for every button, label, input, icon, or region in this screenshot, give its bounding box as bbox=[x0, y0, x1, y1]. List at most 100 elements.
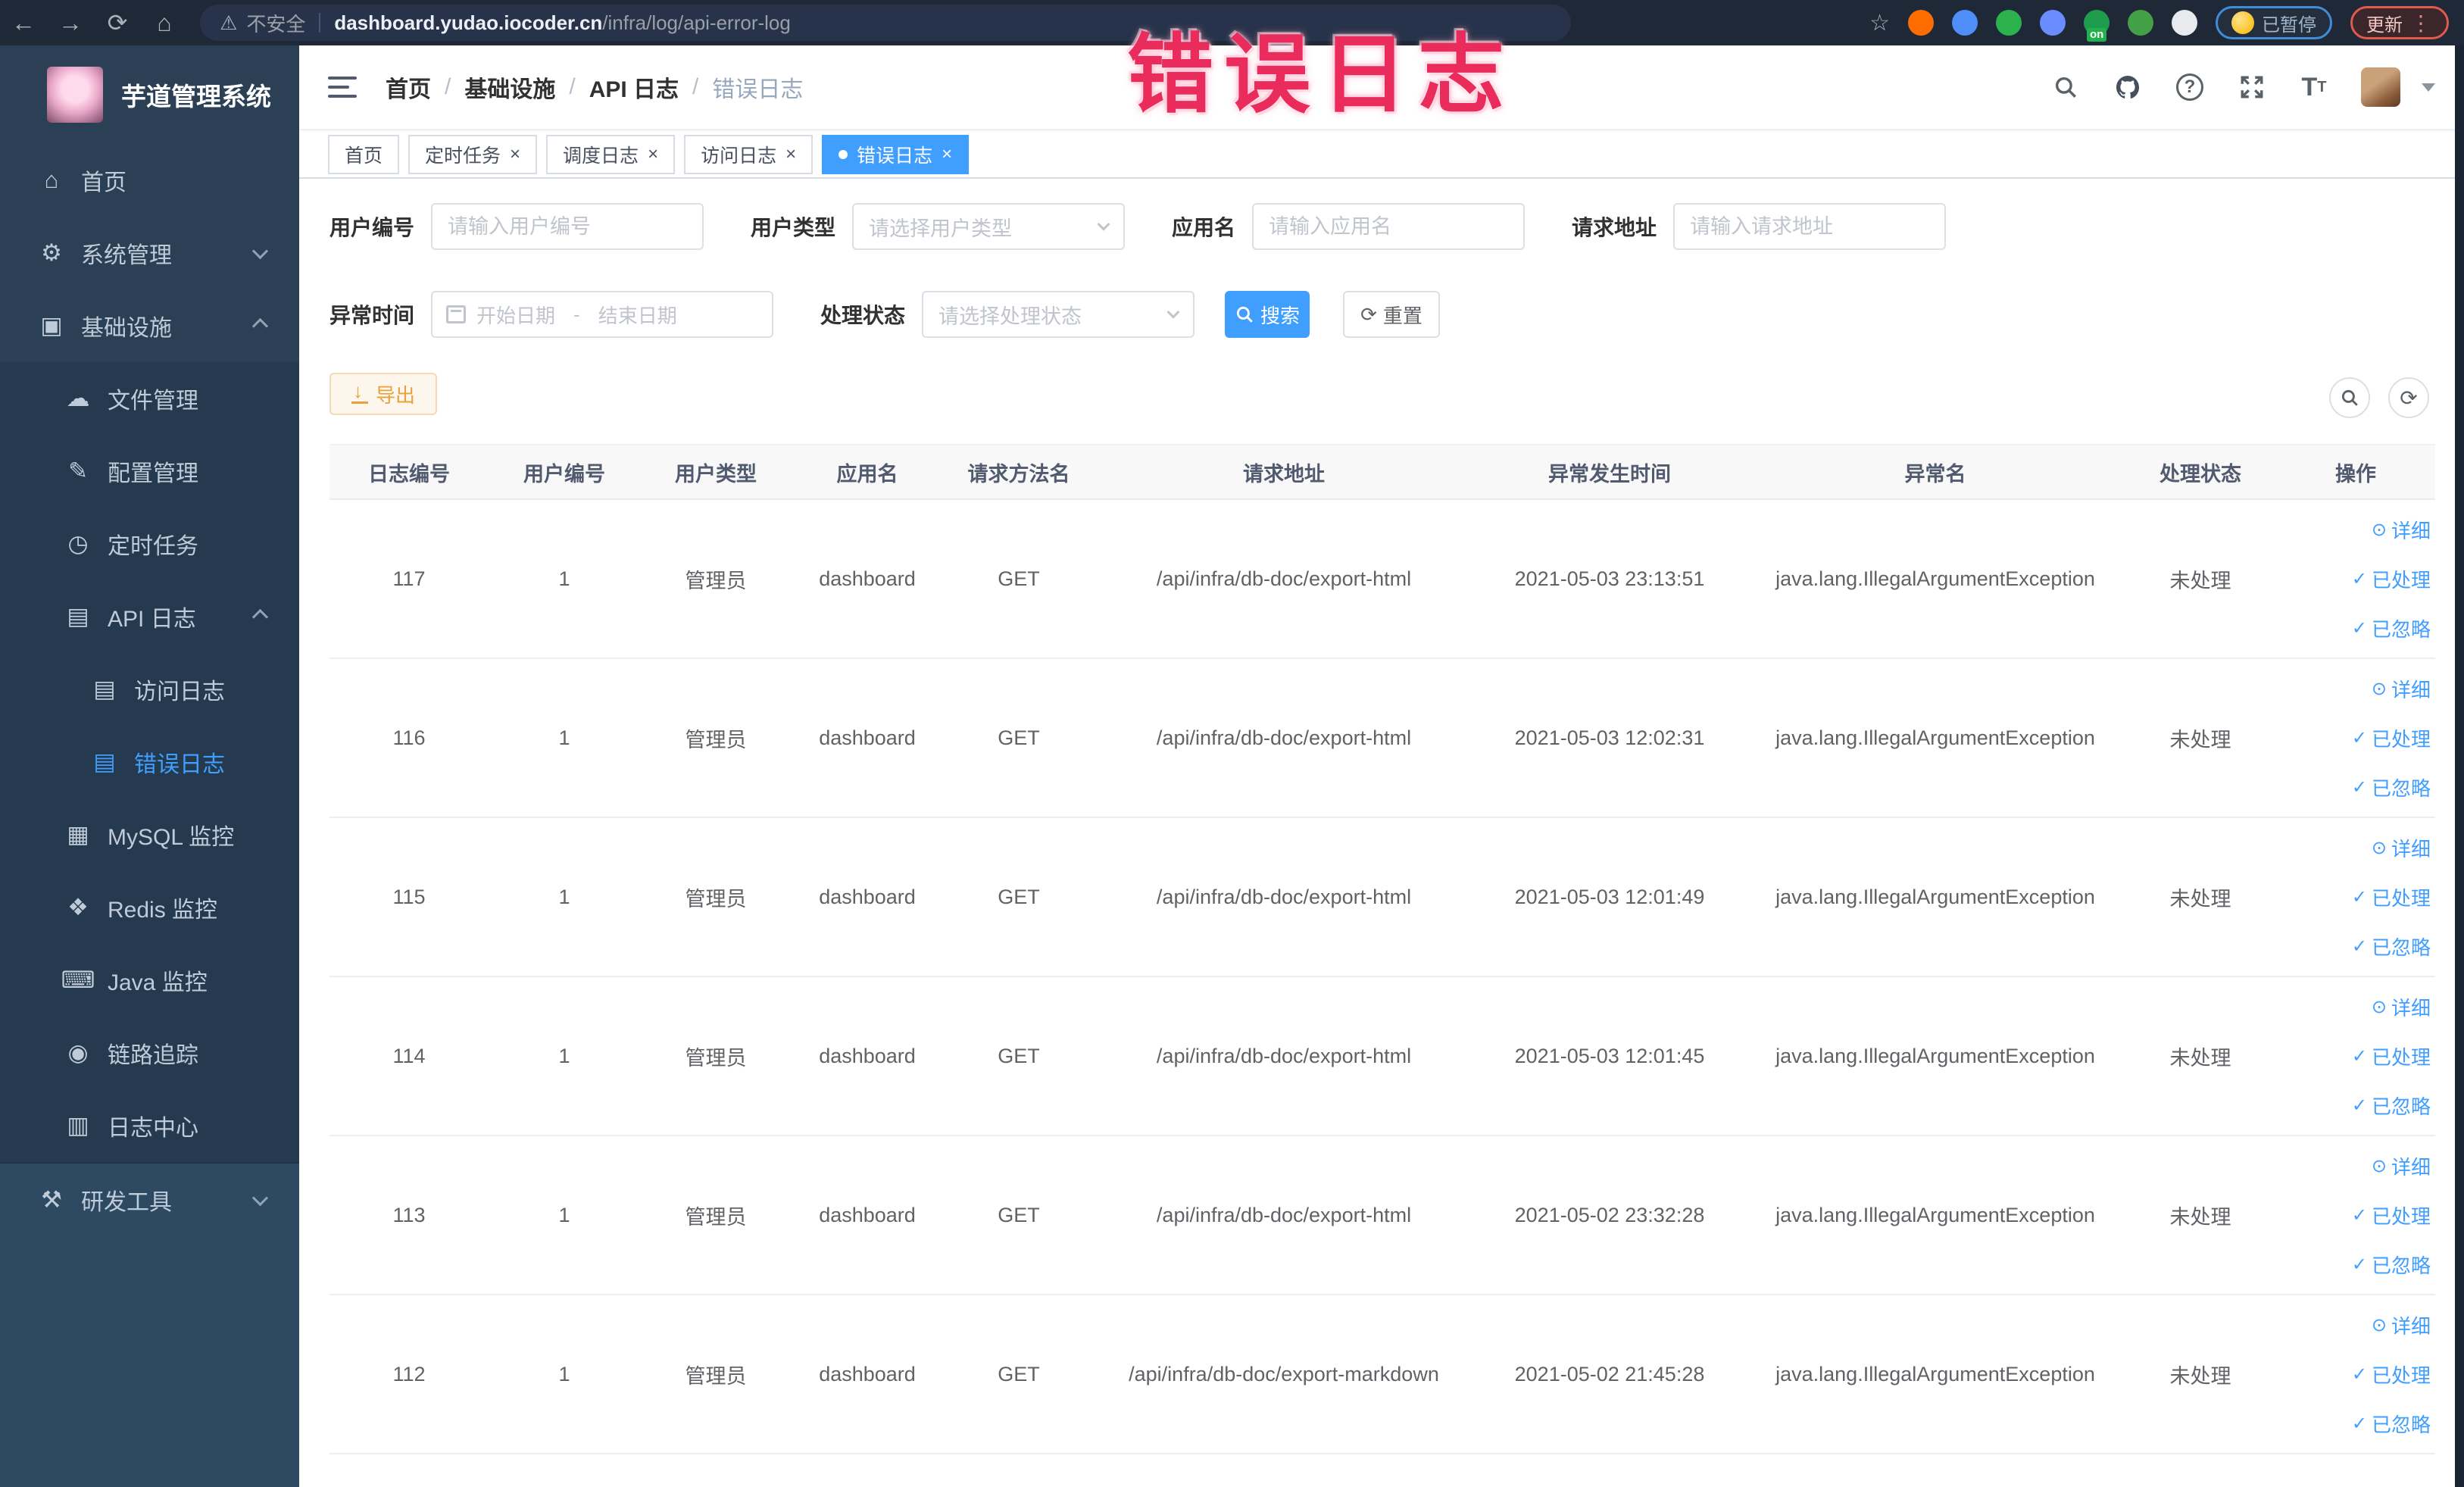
fullscreen-icon[interactable] bbox=[2237, 72, 2267, 102]
extension-paused-pill[interactable]: 已暂停 bbox=[2216, 6, 2332, 39]
close-icon[interactable]: × bbox=[510, 145, 520, 164]
bookmark-star-icon[interactable]: ☆ bbox=[1869, 10, 1890, 36]
request-url-input[interactable] bbox=[1673, 203, 1947, 250]
row-action-link[interactable]: ✓ 已处理 bbox=[2352, 1360, 2431, 1389]
chevron-down-icon bbox=[1097, 217, 1110, 231]
page-tab[interactable]: 定时任务 × bbox=[408, 135, 538, 174]
sidebar-item[interactable]: ▤ API 日志 bbox=[0, 580, 299, 653]
breadcrumb-item[interactable]: 错误日志 bbox=[712, 70, 803, 104]
sidebar-item[interactable]: ☁ 文件管理 bbox=[0, 362, 299, 435]
row-action-link[interactable]: ⊙ 详细 bbox=[2372, 1152, 2431, 1180]
sidebar-item[interactable]: ▥ 日志中心 bbox=[0, 1089, 299, 1162]
close-icon[interactable]: × bbox=[942, 145, 952, 164]
action-label: 已处理 bbox=[2371, 568, 2431, 592]
user-id-input[interactable] bbox=[431, 203, 704, 250]
breadcrumb-item[interactable]: 基础设施 bbox=[464, 70, 555, 104]
row-action-link[interactable]: ✓ 已处理 bbox=[2352, 1042, 2431, 1070]
browser-scrollbar[interactable] bbox=[2455, 45, 2464, 1487]
app-logo-row[interactable]: 芋道管理系统 bbox=[0, 45, 299, 144]
github-icon[interactable] bbox=[2113, 72, 2143, 102]
sidebar-item[interactable]: ⚙ 系统管理 bbox=[0, 217, 299, 289]
user-avatar[interactable] bbox=[2361, 67, 2400, 107]
toggle-search-button[interactable] bbox=[2329, 377, 2370, 418]
table-row[interactable]: 112 1 管理员 dashboard GET /api/infra/db-do… bbox=[329, 1295, 2435, 1454]
user-type-select[interactable]: 请选择用户类型 bbox=[852, 203, 1126, 250]
sidebar-item[interactable]: ▦ MySQL 监控 bbox=[0, 798, 299, 871]
date-range-picker[interactable]: 开始日期 - 结束日期 bbox=[431, 291, 774, 338]
action-label: 已忽略 bbox=[2371, 617, 2431, 641]
table-row[interactable]: 115 1 管理员 dashboard GET /api/infra/db-do… bbox=[329, 818, 2435, 977]
sidebar-item[interactable]: ❖ Redis 监控 bbox=[0, 871, 299, 944]
kebab-menu-icon[interactable]: ⋮ bbox=[2410, 11, 2433, 36]
table-row[interactable]: 113 1 管理员 dashboard GET /api/infra/db-do… bbox=[329, 1136, 2435, 1295]
avatar-caret-icon[interactable] bbox=[2422, 83, 2435, 92]
sidebar-item[interactable]: ⌨ Java 监控 bbox=[0, 944, 299, 1017]
sidebar-item[interactable]: ▤ 访问日志 bbox=[0, 653, 299, 726]
row-action-link[interactable]: ✓ 已忽略 bbox=[2352, 932, 2431, 961]
extension-icon[interactable] bbox=[2128, 10, 2153, 36]
table-header-cell: 用户类型 bbox=[675, 462, 757, 486]
font-size-icon[interactable]: TT bbox=[2299, 72, 2329, 102]
close-icon[interactable]: × bbox=[648, 145, 658, 164]
page-tab[interactable]: 首页 × bbox=[328, 135, 400, 174]
row-action-link[interactable]: ⊙ 详细 bbox=[2372, 675, 2431, 703]
cell-user-id: 1 bbox=[558, 1203, 570, 1226]
sidebar-item[interactable]: ✎ 配置管理 bbox=[0, 435, 299, 508]
row-action-link[interactable]: ✓ 已处理 bbox=[2352, 883, 2431, 911]
close-icon[interactable]: × bbox=[785, 145, 796, 164]
app-title: 芋道管理系统 bbox=[121, 83, 271, 111]
extension-icon[interactable] bbox=[2040, 10, 2066, 36]
row-action-link[interactable]: ✓ 已处理 bbox=[2352, 1201, 2431, 1229]
header-actions: ? TT bbox=[2050, 67, 2435, 107]
row-action-link[interactable]: ✓ 已处理 bbox=[2352, 565, 2431, 593]
row-action-link[interactable]: ✓ 已处理 bbox=[2352, 724, 2431, 752]
forward-icon[interactable]: → bbox=[47, 9, 94, 37]
refresh-table-button[interactable]: ⟳ bbox=[2388, 377, 2429, 418]
table-row[interactable]: 116 1 管理员 dashboard GET /api/infra/db-do… bbox=[329, 659, 2435, 818]
extension-icon[interactable] bbox=[1908, 10, 1934, 36]
extension-icon[interactable] bbox=[1952, 10, 1978, 36]
row-action-link[interactable]: ✓ 已忽略 bbox=[2352, 1410, 2431, 1438]
row-action-link[interactable]: ✓ 已忽略 bbox=[2352, 1092, 2431, 1120]
menu-icon: ▥ bbox=[67, 1112, 89, 1139]
sidebar-item[interactable]: ◷ 定时任务 bbox=[0, 508, 299, 580]
status-select[interactable]: 请选择处理状态 bbox=[922, 291, 1195, 338]
sidebar-item[interactable]: ▤ 错误日志 bbox=[0, 726, 299, 798]
extension-icon[interactable] bbox=[2172, 10, 2197, 36]
row-action-link[interactable]: ⊙ 详细 bbox=[2372, 834, 2431, 862]
row-action-link[interactable]: ✓ 已忽略 bbox=[2352, 773, 2431, 801]
help-icon[interactable]: ? bbox=[2175, 72, 2205, 102]
page-tab[interactable]: 访问日志 × bbox=[684, 135, 814, 174]
row-action-link[interactable]: ✓ 已忽略 bbox=[2352, 614, 2431, 642]
row-action-link[interactable]: ⊙ 详细 bbox=[2372, 993, 2431, 1021]
breadcrumb-item[interactable]: API 日志 bbox=[589, 70, 679, 104]
sidebar-item-label: 系统管理 bbox=[81, 243, 172, 268]
sidebar-item[interactable]: ◉ 链路追踪 bbox=[0, 1017, 299, 1089]
row-action-link[interactable]: ⊙ 详细 bbox=[2372, 516, 2431, 544]
row-action-link[interactable]: ⊙ 详细 bbox=[2372, 1311, 2431, 1339]
table-row[interactable]: 117 1 管理员 dashboard GET /api/infra/db-do… bbox=[329, 500, 2435, 659]
back-icon[interactable]: ← bbox=[0, 9, 47, 37]
search-icon[interactable] bbox=[2050, 72, 2081, 102]
sidebar-item[interactable]: ⌂ 首页 bbox=[0, 144, 299, 217]
action-label: 已忽略 bbox=[2371, 1254, 2431, 1277]
app-name-input[interactable] bbox=[1252, 203, 1526, 250]
reload-icon[interactable]: ⟳ bbox=[94, 8, 141, 37]
home-icon[interactable]: ⌂ bbox=[141, 9, 188, 37]
sidebar-item[interactable]: ▣ 基础设施 bbox=[0, 289, 299, 362]
sidebar-item-label: 首页 bbox=[81, 170, 126, 195]
browser-update-button[interactable]: 更新 ⋮ bbox=[2350, 6, 2449, 39]
table-row[interactable]: 114 1 管理员 dashboard GET /api/infra/db-do… bbox=[329, 977, 2435, 1136]
extension-icon[interactable] bbox=[1996, 10, 2022, 36]
export-button[interactable]: 导出 bbox=[329, 373, 437, 415]
menu-icon: ⌂ bbox=[44, 167, 59, 193]
breadcrumb-item[interactable]: 首页 bbox=[386, 70, 431, 104]
row-action-link[interactable]: ✓ 已忽略 bbox=[2352, 1251, 2431, 1279]
reset-button[interactable]: ⟳ 重置 bbox=[1343, 291, 1441, 338]
sidebar-item[interactable]: ⚒ 研发工具 bbox=[0, 1164, 299, 1236]
sidebar-fold-icon[interactable] bbox=[328, 77, 360, 98]
extension-icon[interactable]: on bbox=[2084, 10, 2110, 42]
page-tab[interactable]: 错误日志 × bbox=[822, 135, 970, 174]
search-button[interactable]: 搜索 bbox=[1225, 291, 1310, 338]
page-tab[interactable]: 调度日志 × bbox=[546, 135, 676, 174]
